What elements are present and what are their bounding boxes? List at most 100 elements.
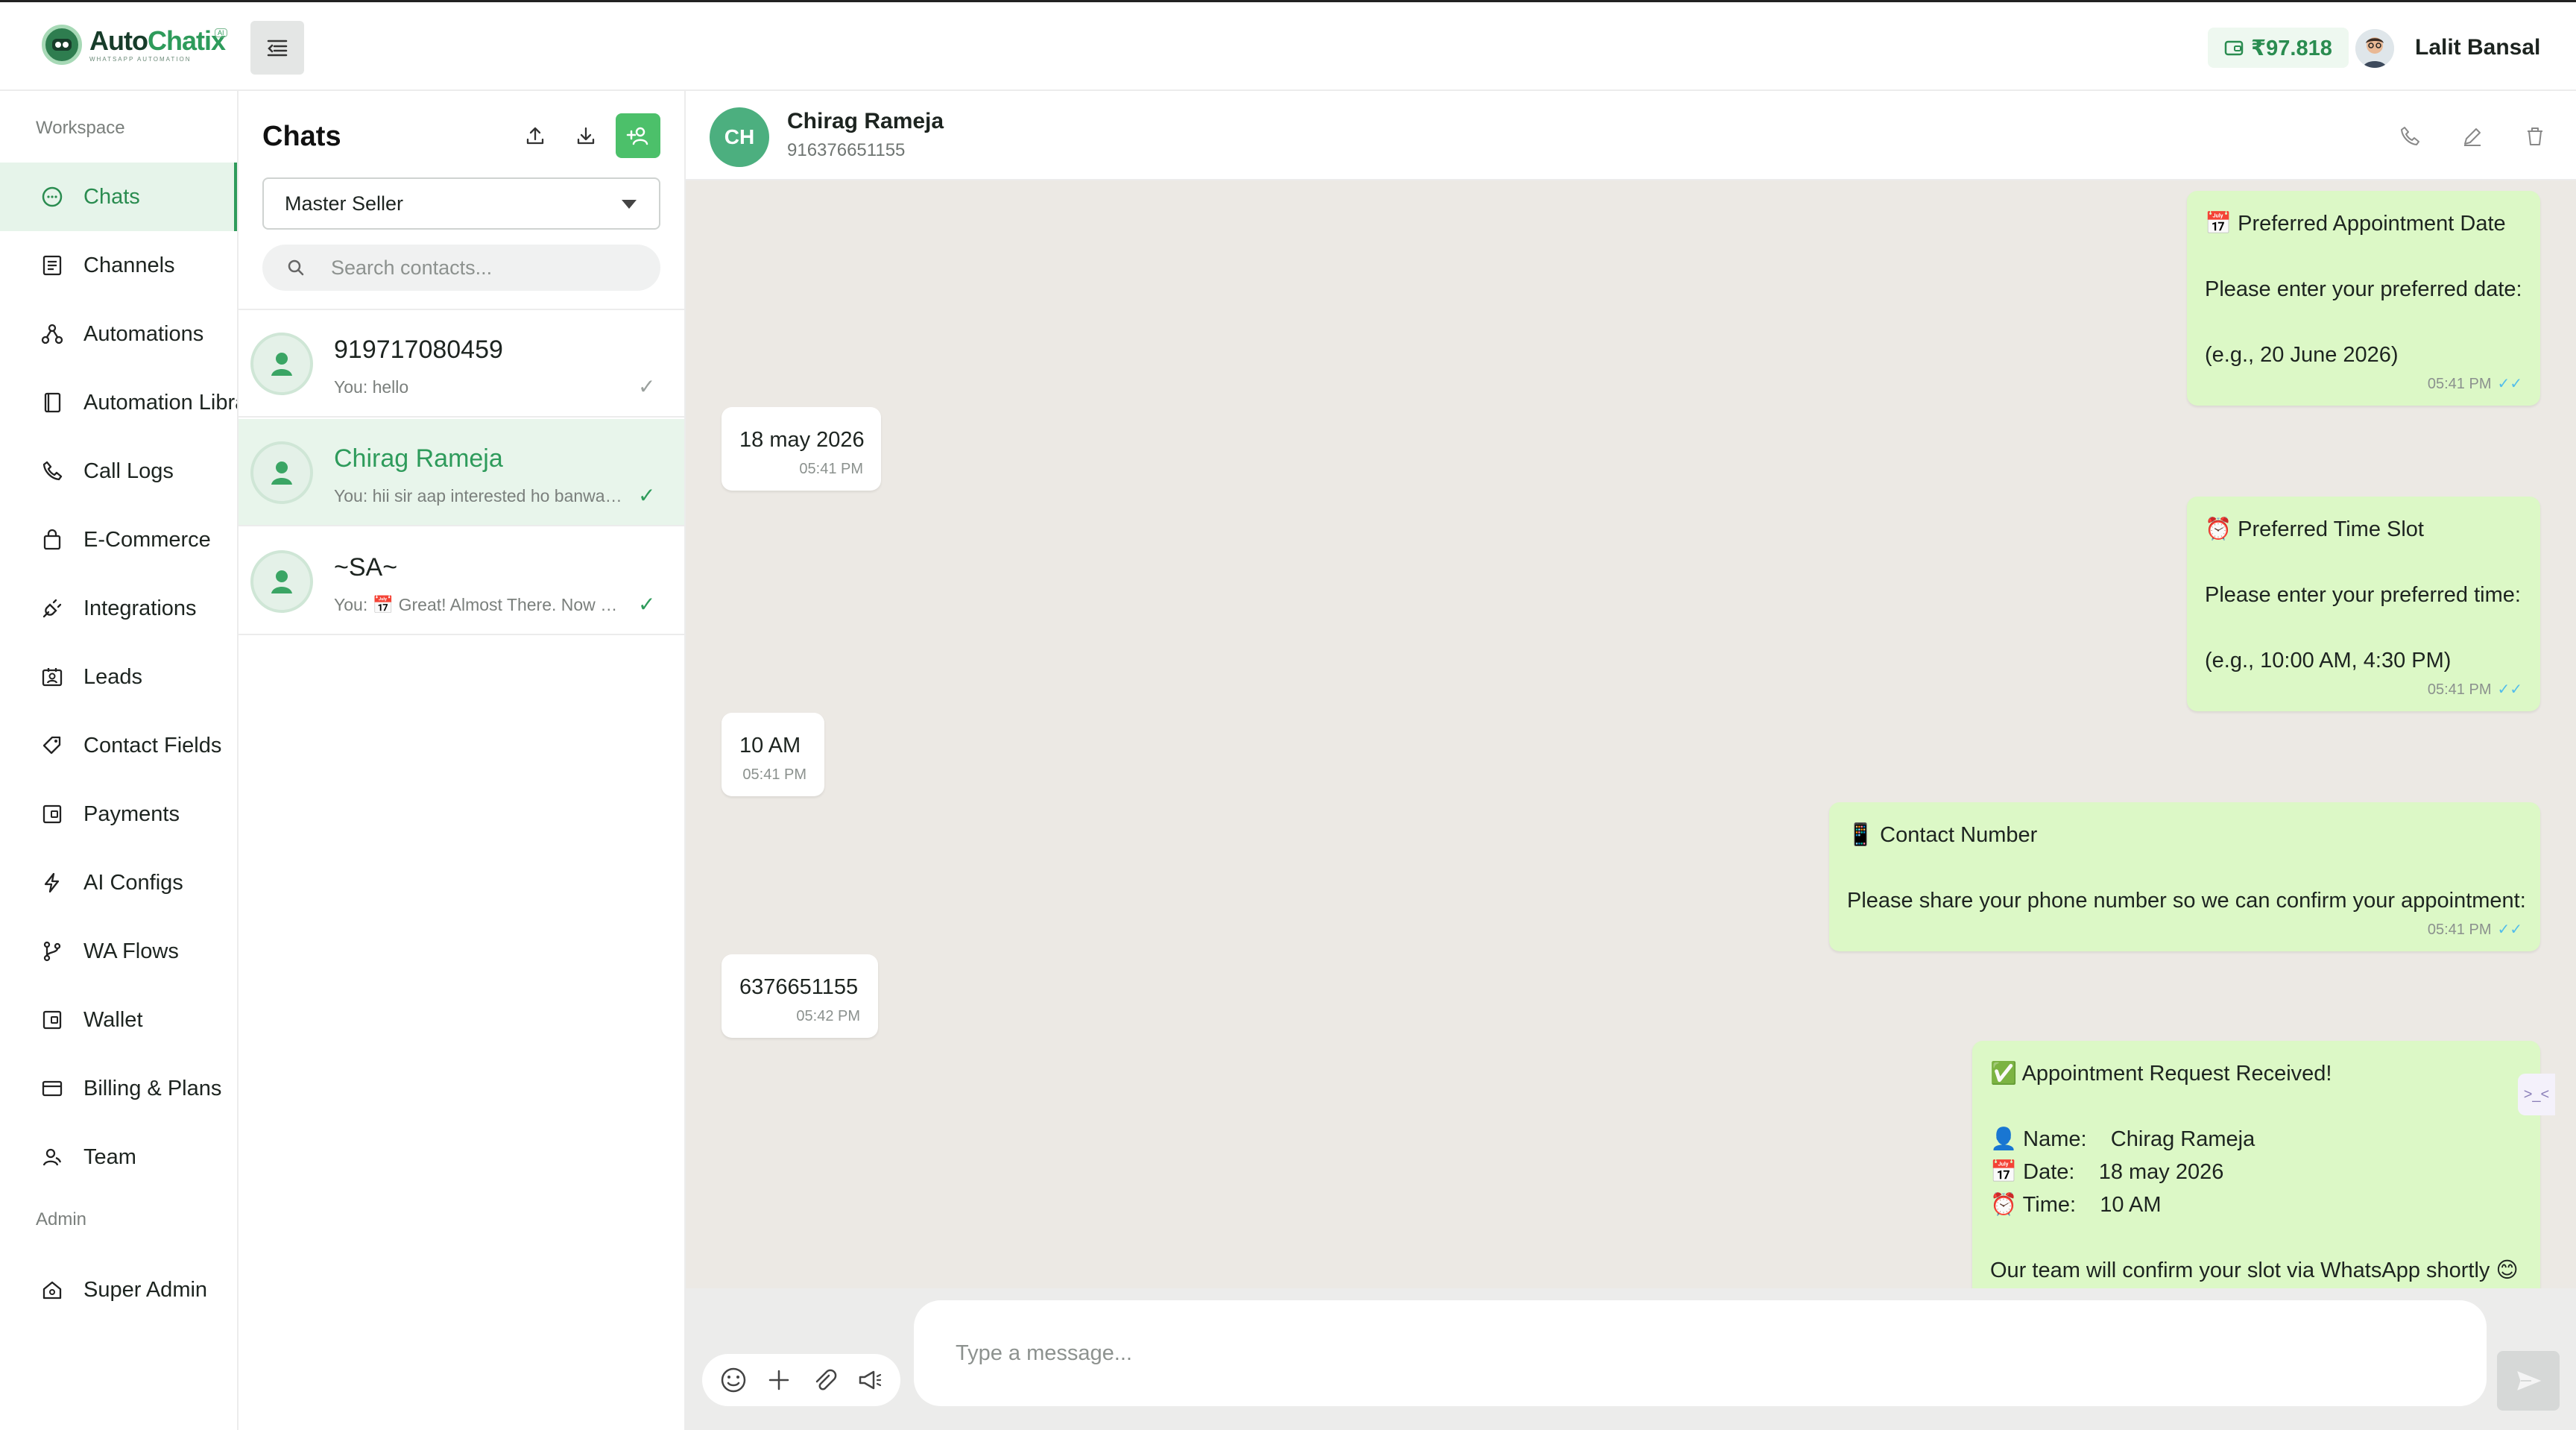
message-composer: Type a message... <box>686 1288 2576 1430</box>
branch-icon <box>39 938 66 965</box>
contact-avatar <box>250 333 313 395</box>
message-input[interactable]: Type a message... <box>914 1300 2487 1406</box>
sidebar-item-payments[interactable]: Payments <box>0 780 237 848</box>
send-button[interactable] <box>2497 1351 2560 1411</box>
app-tagline: WHATSAPP AUTOMATION <box>89 55 192 63</box>
sidebar-item-label: Call Logs <box>83 459 174 483</box>
contact-item[interactable]: ~SA~ You: 📅 Great! Almost There. Now ple… <box>239 528 684 635</box>
sidebar-item-label: Billing & Plans <box>83 1076 222 1100</box>
sidebar: Workspace Chats Channels Automations Aut… <box>0 91 239 1430</box>
chat-list-title: Chats <box>262 121 341 152</box>
search-contacts-input[interactable]: Search contacts... <box>262 245 660 291</box>
send-icon <box>2517 1371 2542 1390</box>
emoji-icon[interactable] <box>719 1365 748 1395</box>
sidebar-item-label: AI Configs <box>83 870 183 895</box>
contact-preview: You: hello <box>334 377 409 397</box>
app-name-part2: Chatix <box>147 25 226 56</box>
channels-icon <box>39 252 66 279</box>
read-receipt-icon: ✓✓ <box>2497 376 2522 392</box>
automations-icon <box>39 321 66 347</box>
message-text: (e.g., 20 June 2026) <box>2205 343 2399 367</box>
chevron-down-icon <box>622 200 637 209</box>
sidebar-item-automation-library[interactable]: Automation Library <box>0 368 237 437</box>
contact-name: 919717080459 <box>334 336 503 364</box>
message-text: ✅ Appointment Request Received! <box>1990 1062 2332 1086</box>
side-panel-toggle[interactable]: >_< <box>2518 1074 2555 1115</box>
wallet-icon <box>2224 40 2244 56</box>
user-name[interactable]: Lalit Bansal <box>2415 35 2540 60</box>
sidebar-item-wa-flows[interactable]: WA Flows <box>0 917 237 986</box>
message-text: 6376651155 <box>739 975 859 999</box>
sidebar-item-leads[interactable]: Leads <box>0 643 237 711</box>
sidebar-item-label: E-Commerce <box>83 527 211 552</box>
code-icon: >_< <box>2523 1086 2550 1103</box>
message-time: 05:42 PM <box>796 1008 860 1024</box>
contact-avatar <box>250 441 313 504</box>
conversation-contact-name: Chirag Rameja <box>787 109 944 133</box>
sidebar-item-team[interactable]: Team <box>0 1123 237 1191</box>
delete-chat-button[interactable] <box>2519 121 2551 152</box>
contact-preview: You: hii sir aap interested ho banwane k… <box>334 486 625 505</box>
person-icon <box>271 462 292 485</box>
sidebar-item-label: Wallet <box>83 1007 143 1032</box>
contact-card-icon <box>39 664 66 690</box>
sidebar-item-label: Payments <box>83 801 180 826</box>
read-receipt-icon: ✓✓ <box>2497 922 2522 938</box>
call-button[interactable] <box>2394 121 2425 152</box>
plus-icon[interactable] <box>764 1365 794 1395</box>
sidebar-item-integrations[interactable]: Integrations <box>0 574 237 643</box>
app-logo[interactable]: AutoChatix WHATSAPP AUTOMATION AI <box>42 25 227 65</box>
message-bubble-outgoing: 📱 Contact Number Please share your phone… <box>1829 802 2540 951</box>
wallet-icon <box>39 1007 66 1033</box>
contact-name: ~SA~ <box>334 553 398 582</box>
check-icon: ✓ <box>638 484 656 507</box>
add-contact-button[interactable] <box>616 113 660 158</box>
sidebar-item-label: Leads <box>83 664 143 689</box>
sidebar-item-ai-configs[interactable]: AI Configs <box>0 848 237 917</box>
sidebar-item-super-admin[interactable]: Super Admin <box>0 1256 237 1324</box>
shield-home-icon <box>39 1276 66 1303</box>
message-time: 05:41 PM <box>2427 376 2492 392</box>
megaphone-icon[interactable] <box>854 1365 884 1395</box>
sidebar-item-chats[interactable]: Chats <box>0 163 237 231</box>
sidebar-item-label: Team <box>83 1144 136 1169</box>
app-name-part1: Auto <box>89 25 148 56</box>
import-chats-button[interactable] <box>564 113 608 158</box>
seller-filter-select[interactable]: Master Seller <box>262 177 660 230</box>
sidebar-item-contact-fields[interactable]: Contact Fields <box>0 711 237 780</box>
message-time: 05:41 PM <box>799 461 863 477</box>
sidebar-toggle-button[interactable] <box>250 21 304 75</box>
contact-avatar <box>250 550 313 613</box>
contact-item[interactable]: Chirag Rameja You: hii sir aap intereste… <box>239 419 684 526</box>
message-text: 18 may 2026 <box>739 428 865 452</box>
message-thread[interactable]: 📅 Preferred Appointment Date Please ente… <box>686 180 2576 1288</box>
download-icon <box>577 127 595 145</box>
export-chats-button[interactable] <box>513 113 558 158</box>
read-receipt-icon: ✓✓ <box>2497 681 2522 698</box>
sidebar-item-automations[interactable]: Automations <box>0 300 237 368</box>
sidebar-item-wallet[interactable]: Wallet <box>0 986 237 1054</box>
wallet-balance: ₹97.818 <box>2251 36 2332 60</box>
message-text: 10 AM <box>739 734 801 757</box>
paperclip-icon[interactable] <box>809 1365 839 1395</box>
contact-initials-avatar[interactable]: CH <box>710 107 769 167</box>
tag-icon <box>39 732 66 759</box>
message-time: 05:41 PM <box>2427 681 2492 698</box>
wallet-balance-pill[interactable]: ₹97.818 <box>2208 28 2349 68</box>
contact-preview: You: 📅 Great! Almost There. Now please s… <box>334 595 625 614</box>
pencil-icon <box>2464 128 2481 146</box>
message-time: 05:41 PM <box>742 766 806 783</box>
message-time: 05:41 PM <box>2427 922 2492 938</box>
sidebar-item-label: WA Flows <box>83 939 179 963</box>
message-bubble-outgoing: 📅 Preferred Appointment Date Please ente… <box>2187 191 2540 406</box>
sidebar-item-call-logs[interactable]: Call Logs <box>0 437 237 505</box>
sidebar-item-label: Automations <box>83 321 204 346</box>
message-bubble-outgoing: ✅ Appointment Request Received! 👤 Name: … <box>1972 1041 2540 1288</box>
sidebar-item-channels[interactable]: Channels <box>0 231 237 300</box>
user-avatar[interactable] <box>2355 29 2394 68</box>
sidebar-item-billing-plans[interactable]: Billing & Plans <box>0 1054 237 1123</box>
person-icon <box>271 353 292 376</box>
contact-item[interactable]: 919717080459 You: hello ✓ <box>239 310 684 418</box>
edit-contact-button[interactable] <box>2457 121 2488 152</box>
sidebar-item-e-commerce[interactable]: E-Commerce <box>0 505 237 574</box>
